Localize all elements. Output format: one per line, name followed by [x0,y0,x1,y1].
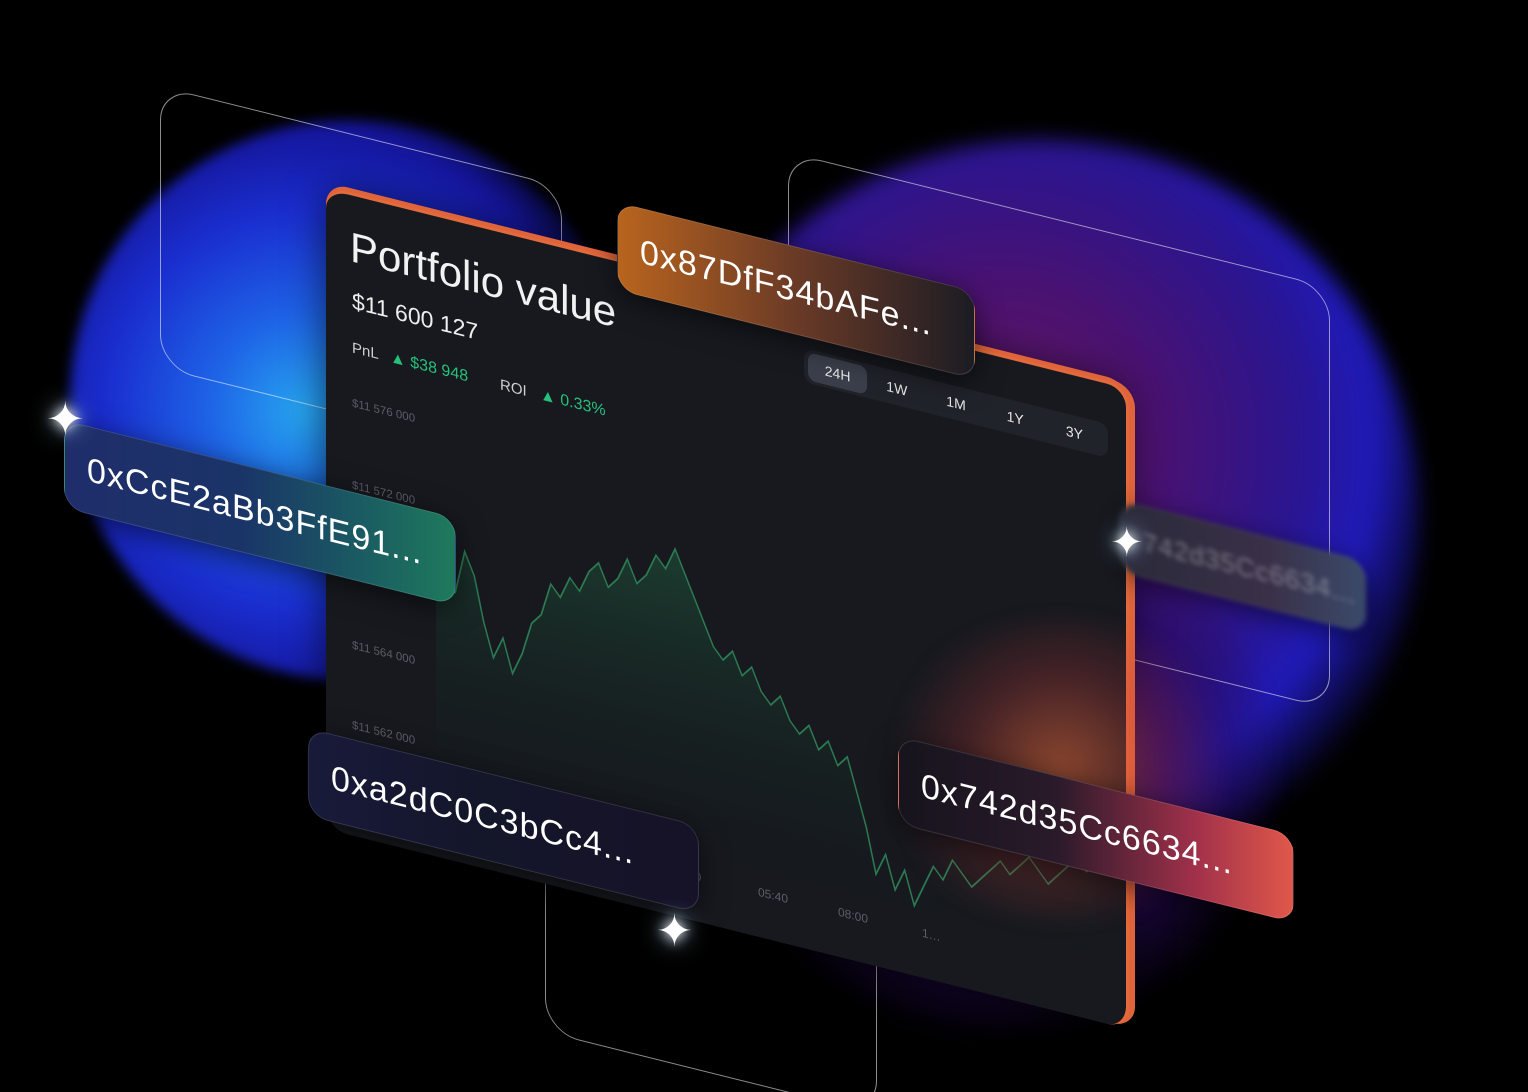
sparkle-icon: ✦ [1110,521,1144,565]
tab-1m[interactable]: 1M [926,382,985,425]
y-tick: $11 576 000 [352,397,416,426]
x-tick: 08:00 [838,904,869,927]
roi-value: ▲ 0.33% [540,386,606,420]
roi-label: ROI [500,376,527,401]
pnl-label: PnL [352,339,379,364]
x-tick: 1… [922,925,941,945]
sparkle-icon: ✦ [46,393,85,445]
sparkle-icon: ✦ [656,907,693,956]
promo-scene: Portfolio value $11 600 127 PnL ▲ $38 94… [0,0,1528,1092]
x-tick: 05:40 [758,884,789,907]
tab-1y[interactable]: 1Y [986,396,1045,439]
y-tick: $11 564 000 [352,639,416,668]
tab-1w[interactable]: 1W [867,367,926,410]
tab-24h[interactable]: 24H [808,352,868,395]
pnl-value: ▲ $38 948 [390,348,469,386]
tab-3y[interactable]: 3Y [1045,411,1104,454]
